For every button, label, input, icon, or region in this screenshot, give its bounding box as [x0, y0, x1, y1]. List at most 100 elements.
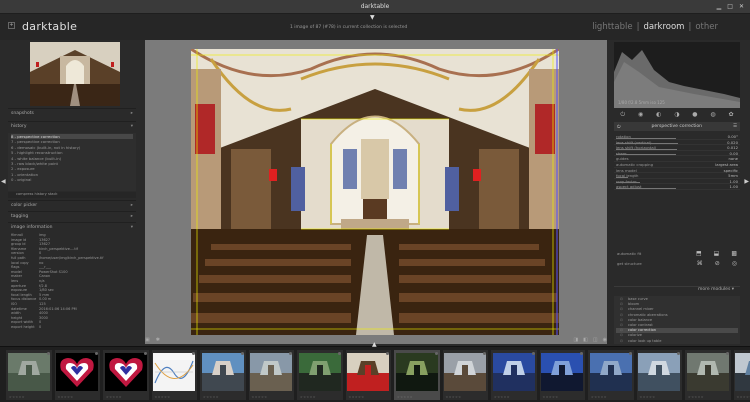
- star-rating[interactable]: ☆☆☆☆☆: [252, 395, 268, 399]
- view-tab[interactable]: lighttable: [592, 22, 632, 32]
- filmstrip-thumbnail[interactable]: ☆☆☆☆☆: [491, 350, 537, 400]
- star-rating[interactable]: ☆☆☆☆☆: [494, 395, 510, 399]
- filmstrip-thumbnail[interactable]: ☆☆☆☆☆: [345, 350, 391, 400]
- color-group-icon[interactable]: ●: [692, 111, 697, 118]
- active-modules-icon[interactable]: ◉: [638, 111, 643, 118]
- star-rating[interactable]: ☆☆☆☆☆: [591, 395, 607, 399]
- star-rating[interactable]: ☆☆☆☆☆: [397, 395, 413, 399]
- more-modules-toggle[interactable]: more modules ▾: [614, 286, 740, 294]
- left-panel: snapshots ▸ history ▾ 8 - perspective corr…: [6, 40, 138, 344]
- filmstrip-thumbnail[interactable]: ☆☆☆☆☆: [588, 350, 634, 400]
- collapse-filmstrip-icon[interactable]: ▲: [372, 341, 377, 348]
- image-icon[interactable]: ▣: [145, 337, 150, 343]
- star-rating[interactable]: ☆☆☆☆☆: [543, 395, 559, 399]
- title-bar: darktable ▁ □ ✕: [0, 0, 750, 14]
- right-panel-toggle-icon[interactable]: ▶: [744, 178, 749, 185]
- expand-arrow-icon: ▸: [130, 203, 133, 208]
- altered-icon: [483, 352, 486, 355]
- clipping-icon[interactable]: ◫: [593, 337, 598, 343]
- filmstrip-thumbnail[interactable]: ☆☆☆☆☆: [442, 350, 488, 400]
- center-view[interactable]: [145, 40, 607, 344]
- perspective-correction-module[interactable]: ⏻ perspective correction ☰: [614, 122, 740, 131]
- thumbnail-image: [56, 353, 99, 391]
- collapse-arrow-icon: ▾: [130, 225, 133, 230]
- tagging-header[interactable]: tagging ▸: [8, 211, 136, 221]
- star-rating[interactable]: ☆☆☆☆☆: [155, 395, 171, 399]
- star-rating[interactable]: ☆☆☆☆☆: [737, 395, 750, 399]
- module-presets-icon[interactable]: ☰: [733, 124, 737, 129]
- focus-peaking-icon[interactable]: ◉: [603, 337, 607, 343]
- module-sliders: rotation 0.00° lens shift (vertical) 0.020 l…: [614, 134, 740, 246]
- filmstrip-thumbnail[interactable]: ☆☆☆☆☆: [54, 350, 100, 400]
- main-image[interactable]: [191, 49, 559, 335]
- slider-value: largest area: [715, 161, 738, 167]
- star-rating[interactable]: ☆☆☆☆☆: [106, 395, 122, 399]
- color-picker-header[interactable]: color picker ▸: [8, 200, 136, 210]
- star-rating[interactable]: ☆☆☆☆☆: [58, 395, 74, 399]
- correct-group-icon[interactable]: ◍: [710, 111, 715, 118]
- styles-icon[interactable]: ✱: [156, 337, 160, 343]
- automatic-fit-label: automatic fit: [617, 250, 642, 256]
- effect-group-icon[interactable]: ✿: [728, 111, 733, 118]
- thumbnail-image: [104, 353, 147, 391]
- tone-group-icon[interactable]: ◑: [674, 111, 679, 118]
- star-rating[interactable]: ☆☆☆☆☆: [349, 395, 365, 399]
- filmstrip-thumbnail[interactable]: ☆☆☆☆☆: [539, 350, 585, 400]
- compress-history-button[interactable]: compress history stack: [8, 192, 136, 198]
- softproof-icon[interactable]: ◧: [583, 337, 588, 343]
- filmstrip-thumbnail[interactable]: ☆☆☆☆☆: [636, 350, 682, 400]
- view-tab[interactable]: other: [695, 22, 718, 32]
- close-icon[interactable]: ✕: [739, 3, 744, 10]
- histogram[interactable]: 1/80 f/2.8 5mm iso 125: [614, 42, 740, 108]
- filmstrip-thumbnail[interactable]: ☆☆☆☆☆: [394, 350, 440, 400]
- snapshots-header[interactable]: snapshots ▸: [8, 108, 136, 118]
- module-list-item[interactable]: color look up table: [616, 339, 738, 344]
- history-header[interactable]: history ▾: [8, 121, 136, 131]
- filmstrip-thumbnail[interactable]: ☆☆☆☆☆: [200, 350, 246, 400]
- module-slider[interactable]: aspect adjust 1.00: [614, 184, 740, 190]
- thumbnail-image: [298, 353, 341, 391]
- fit-horizontal-icon[interactable]: ⬓: [714, 250, 720, 257]
- star-rating[interactable]: ☆☆☆☆☆: [300, 395, 316, 399]
- altered-icon: [386, 352, 389, 355]
- star-rating[interactable]: ☆☆☆☆☆: [9, 395, 25, 399]
- structure-lines-icon[interactable]: ⌘: [697, 260, 703, 267]
- filmstrip-thumbnail[interactable]: ☆☆☆☆☆: [151, 350, 197, 400]
- view-tab[interactable]: darkroom: [643, 22, 684, 32]
- thumbnail-image: [686, 353, 729, 391]
- slider-value: none: [728, 156, 738, 162]
- filmstrip-thumbnail[interactable]: ☆☆☆☆☆: [297, 350, 343, 400]
- filmstrip-thumbnail[interactable]: ☆☆☆☆☆: [6, 350, 52, 400]
- expand-arrow-icon: ▸: [130, 111, 133, 116]
- maximize-icon[interactable]: □: [727, 3, 733, 10]
- navigation-thumbnail[interactable]: [30, 42, 120, 106]
- slider-value: 1.00: [729, 184, 738, 190]
- thumbnail-image: [492, 353, 535, 391]
- star-rating[interactable]: ☆☆☆☆☆: [640, 395, 656, 399]
- gamut-check-icon[interactable]: ◨: [573, 337, 578, 343]
- fit-both-icon[interactable]: ▩: [731, 250, 737, 257]
- expand-left-icon[interactable]: +: [8, 22, 15, 29]
- star-rating[interactable]: ☆☆☆☆☆: [446, 395, 462, 399]
- collapse-header-icon[interactable]: ▼: [370, 14, 375, 21]
- structure-clear-icon[interactable]: ⊘: [715, 260, 720, 267]
- fit-vertical-icon[interactable]: ⬒: [696, 250, 702, 257]
- slider-fill: [616, 143, 679, 145]
- star-rating[interactable]: ☆☆☆☆☆: [203, 395, 219, 399]
- filmstrip-thumbnail[interactable]: ☆☆☆☆☆: [685, 350, 731, 400]
- filmstrip-thumbnail[interactable]: ☆☆☆☆☆: [733, 350, 750, 400]
- thumbnail-image: [395, 353, 438, 391]
- structure-eye-icon[interactable]: ◎: [732, 260, 737, 267]
- minimize-icon[interactable]: ▁: [717, 3, 722, 10]
- module-power-icon[interactable]: ⏻: [617, 124, 621, 130]
- get-structure-label: get structure: [617, 260, 642, 266]
- filmstrip-thumbnail[interactable]: ☆☆☆☆☆: [103, 350, 149, 400]
- left-panel-toggle-icon[interactable]: ◀: [1, 178, 6, 185]
- history-item[interactable]: 0 - original: [11, 177, 133, 182]
- image-information-header[interactable]: image information ▾: [8, 222, 136, 232]
- star-rating[interactable]: ☆☆☆☆☆: [688, 395, 704, 399]
- basic-group-icon[interactable]: ◐: [656, 111, 661, 118]
- power-icon[interactable]: ⏻: [620, 111, 625, 119]
- slider-value: 0.020: [727, 139, 738, 145]
- filmstrip-thumbnail[interactable]: ☆☆☆☆☆: [248, 350, 294, 400]
